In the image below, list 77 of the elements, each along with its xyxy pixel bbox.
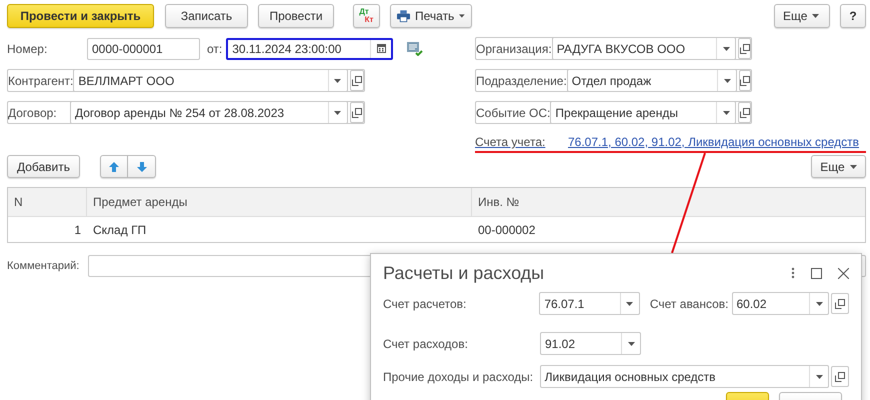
move-down-button[interactable] bbox=[128, 155, 156, 178]
caret-icon bbox=[722, 110, 730, 114]
maximize-icon bbox=[811, 268, 822, 278]
field-label: от: bbox=[207, 42, 222, 56]
caret-icon bbox=[850, 164, 857, 168]
add-button[interactable]: Добавить bbox=[7, 155, 80, 178]
toolbar-button[interactable]: Провести bbox=[258, 4, 334, 28]
open-button[interactable] bbox=[831, 366, 849, 387]
field-label: Счет авансов: bbox=[650, 296, 728, 310]
caret-icon bbox=[628, 342, 634, 346]
toolbar-button[interactable]: Записать bbox=[165, 4, 248, 28]
column-header: N bbox=[8, 188, 87, 216]
field-label: Событие ОС: bbox=[476, 106, 550, 120]
column-header: Инв. № bbox=[477, 194, 520, 211]
printer-icon bbox=[397, 9, 410, 23]
move-up-button[interactable] bbox=[100, 155, 128, 178]
copy-icon bbox=[740, 108, 750, 118]
more-button[interactable]: Еще bbox=[811, 155, 866, 178]
field-label: Прочие доходы и расходы: bbox=[383, 370, 534, 384]
caret-icon bbox=[459, 14, 465, 18]
document-check-icon bbox=[407, 42, 424, 56]
select-field[interactable]: Отдел продаж bbox=[566, 69, 737, 92]
caret-icon bbox=[334, 110, 342, 114]
select-field[interactable]: Прекращение аренды bbox=[550, 101, 736, 124]
select-field[interactable]: ВЕЛЛМАРТ ООО bbox=[73, 69, 348, 92]
caret-icon bbox=[334, 78, 342, 82]
arrow-down-icon bbox=[136, 162, 146, 172]
print-button[interactable]: Печать bbox=[390, 4, 472, 28]
field-label: Подразделение: bbox=[476, 74, 567, 88]
open-button[interactable] bbox=[738, 38, 751, 59]
caret-icon bbox=[722, 46, 730, 50]
select-field[interactable]: 60.02 bbox=[732, 292, 830, 315]
caret-icon bbox=[816, 302, 823, 306]
arrow-up-icon bbox=[109, 162, 119, 172]
more-icon bbox=[791, 267, 795, 279]
help-button[interactable]: ? bbox=[840, 4, 866, 28]
column-header: Предмет аренды bbox=[87, 188, 472, 216]
open-button[interactable] bbox=[350, 102, 364, 123]
field-label: Контрагент: bbox=[8, 74, 74, 88]
open-button[interactable] bbox=[831, 293, 849, 314]
debit-credit-button[interactable]: Дт Кт bbox=[353, 4, 380, 28]
copy-icon bbox=[835, 298, 846, 308]
copy-icon bbox=[352, 108, 362, 118]
open-button[interactable] bbox=[350, 70, 364, 91]
caret-icon bbox=[724, 78, 730, 82]
copy-icon bbox=[835, 372, 846, 382]
select-field[interactable]: 76.07.1 bbox=[539, 292, 640, 315]
caret-icon bbox=[626, 302, 634, 306]
field-label: Счет расчетов: bbox=[383, 296, 468, 310]
caret-icon bbox=[812, 14, 820, 18]
field-label: Договор: bbox=[8, 106, 58, 120]
field-label: Счет расходов: bbox=[383, 336, 469, 350]
field-label: Комментарий: bbox=[7, 260, 80, 272]
post-and-close-button[interactable]: Провести и закрыть bbox=[7, 4, 154, 28]
select-field[interactable]: РАДУГА ВКУСОВ ООО bbox=[552, 37, 736, 60]
caret-icon bbox=[816, 374, 823, 378]
field-label: Счета учета: bbox=[475, 135, 546, 149]
table-cell-text: 1 bbox=[73, 222, 82, 238]
table-cell-text: Склад ГП bbox=[92, 222, 148, 238]
dialog-title: Расчеты и расходы bbox=[383, 262, 546, 284]
open-button[interactable] bbox=[738, 102, 751, 123]
number-field[interactable]: 0000-000001 bbox=[87, 38, 200, 60]
select-field[interactable]: Договор аренды № 254 от 28.08.2023 bbox=[70, 101, 348, 124]
close-icon bbox=[838, 268, 849, 278]
date-field[interactable]: 30.11.2024 23:00:00 bbox=[226, 38, 394, 60]
select-field[interactable]: 91.02 bbox=[540, 332, 641, 355]
copy-icon bbox=[740, 44, 750, 54]
open-button[interactable] bbox=[739, 70, 751, 91]
table-cell-text: 00-000002 bbox=[477, 222, 536, 238]
field-label: Организация: bbox=[476, 42, 552, 56]
copy-icon bbox=[352, 76, 362, 86]
select-field[interactable]: Ликвидация основных средств bbox=[540, 365, 830, 388]
accounts-link[interactable]: 76.07.1, 60.02, 91.02, Ликвидация основных средств bbox=[568, 135, 859, 149]
copy-icon bbox=[740, 76, 750, 86]
field-label: Номер: bbox=[7, 42, 48, 56]
more-button[interactable]: Еще bbox=[774, 4, 830, 28]
calendar-icon bbox=[376, 44, 386, 53]
